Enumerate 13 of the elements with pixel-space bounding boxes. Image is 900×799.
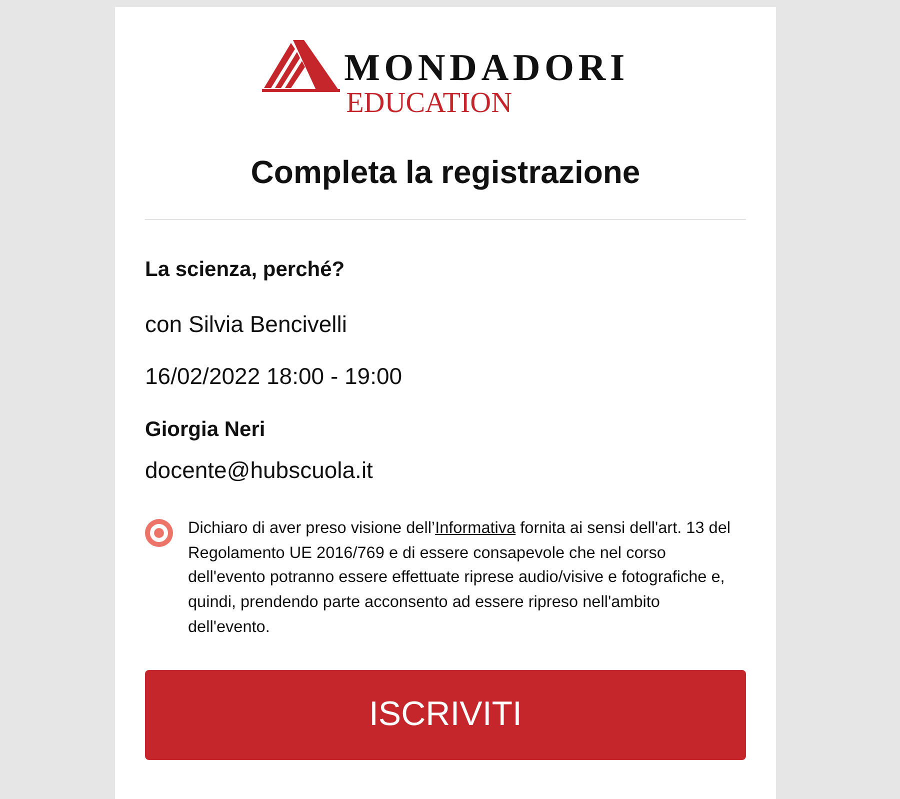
submit-button[interactable]: ISCRIVITI: [145, 670, 746, 760]
brand-name: MONDADORI: [344, 49, 629, 87]
brand-subtitle: EDUCATION: [346, 89, 512, 118]
logo-icon: [262, 40, 340, 92]
consent-text: Dichiaro di aver preso visione dell’Informativa fornita ai sensi dell'art. 13 del Regolamento UE 2016/769 e di essere consapevole che nel corso dell'evento potranno essere effettuate riprese audio/visive e fotografiche e, quindi, prendendo parte acconsento ad essere ripreso nell'ambito dell'evento.: [188, 518, 732, 638]
page-title: Completa la registrazione: [250, 153, 642, 191]
informativa-link[interactable]: Informativa: [435, 519, 516, 537]
event-speaker: con Silvia Bencivelli: [145, 310, 347, 339]
user-email: docente@hubscuola.it: [145, 456, 373, 485]
event-datetime: 16/02/2022 18:00 - 19:00: [145, 362, 402, 391]
consent-radio[interactable]: [145, 519, 173, 547]
user-name: Giorgia Neri: [145, 417, 266, 443]
event-title: La scienza, perché?: [145, 257, 345, 283]
